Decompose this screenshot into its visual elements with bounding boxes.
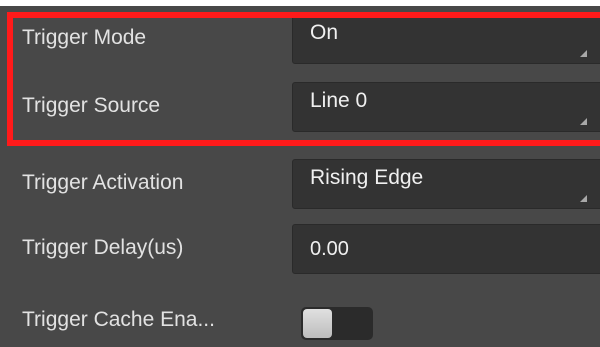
- property-row-trigger-mode: Trigger Mode On: [0, 6, 600, 70]
- resize-corner-icon: [580, 195, 587, 202]
- trigger-activation-value: Rising Edge: [310, 166, 424, 189]
- resize-corner-icon: [580, 118, 587, 125]
- trigger-mode-dropdown[interactable]: On: [292, 14, 600, 64]
- trigger-activation-label: Trigger Activation: [22, 171, 184, 194]
- trigger-source-dropdown[interactable]: Line 0: [292, 82, 600, 132]
- trigger-source-value: Line 0: [310, 89, 368, 112]
- property-row-trigger-cache-enable: Trigger Cache Ena...: [0, 288, 600, 347]
- trigger-cache-enable-toggle[interactable]: [301, 307, 373, 340]
- trigger-mode-label: Trigger Mode: [22, 26, 147, 49]
- toggle-knob[interactable]: [303, 309, 332, 338]
- trigger-delay-input[interactable]: 0.00: [292, 224, 600, 274]
- trigger-activation-dropdown[interactable]: Rising Edge: [292, 159, 600, 209]
- property-row-trigger-delay: Trigger Delay(us) 0.00: [0, 216, 600, 280]
- trigger-properties-panel: Trigger Mode On Trigger Source Line 0 Tr…: [0, 6, 600, 347]
- property-row-trigger-activation: Trigger Activation Rising Edge: [0, 151, 600, 215]
- resize-corner-icon: [580, 50, 587, 57]
- trigger-mode-value: On: [310, 21, 339, 44]
- trigger-cache-enable-label: Trigger Cache Ena...: [22, 308, 215, 331]
- property-row-trigger-source: Trigger Source Line 0: [0, 74, 600, 138]
- trigger-delay-label: Trigger Delay(us): [22, 236, 184, 259]
- trigger-source-label: Trigger Source: [22, 94, 161, 117]
